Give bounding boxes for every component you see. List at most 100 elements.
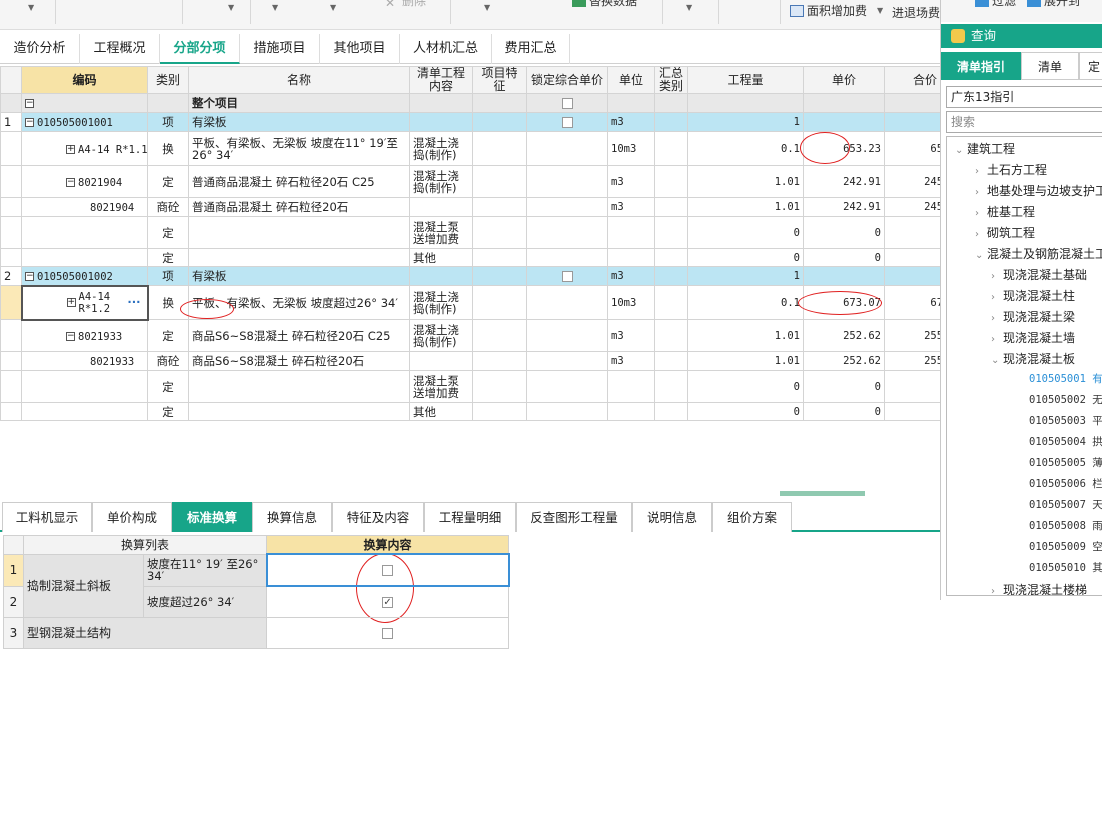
table-row[interactable]: 定 其他 0 0 0 [0,248,974,267]
dropdown-arrow-icon[interactable]: ▼ [877,6,883,15]
splitter-handle[interactable] [780,491,865,496]
tab-bill-guide[interactable]: 清单指引 [941,52,1021,80]
more-button[interactable]: ··· [127,295,140,309]
table-row[interactable]: 定 混凝土泵送增加费 0 0 0 [0,370,974,403]
tree-node[interactable]: 010505004 拱 [1029,434,1102,449]
tree-node[interactable]: 010505002 无 [1029,392,1102,407]
tree-node[interactable]: › 现浇混凝土梁 [991,308,1075,325]
chevron-right-icon[interactable]: › [991,334,1003,345]
chevron-right-icon[interactable]: › [991,292,1003,303]
chevron-right-icon[interactable]: › [975,187,987,198]
expand-icon[interactable]: + [66,144,75,154]
table-row[interactable]: 3 型钢混凝土结构 [3,616,510,649]
chevron-right-icon[interactable]: › [975,208,987,219]
chevron-right-icon[interactable]: › [991,586,1003,595]
tree-node[interactable]: › 现浇混凝土墙 [991,329,1075,346]
table-row[interactable]: 8021933 商砼 商品S6~S8混凝土 碎石粒径20石 m3 1.01 25… [0,351,974,371]
tree-node[interactable]: › 桩基工程 [975,203,1035,220]
tree-node[interactable]: 010505009 空 [1029,539,1102,554]
col-summary-type[interactable]: 汇总类别 [654,66,688,94]
col-lock-price[interactable]: 锁定综合单价 [526,66,608,94]
conversion-checkbox-checked[interactable]: ✓ [382,596,394,608]
lock-checkbox[interactable] [561,117,573,128]
tab-items[interactable]: 分部分项 [160,34,240,64]
table-row[interactable]: 2 −010505001002 项 有梁板 m3 1 [0,266,974,286]
guide-select[interactable]: 广东13指引 [946,86,1102,108]
tab-measures[interactable]: 措施项目 [240,34,320,64]
chevron-right-icon[interactable]: › [991,313,1003,324]
col-type[interactable]: 类别 [147,66,189,94]
collapse-icon[interactable]: − [25,118,34,127]
col-work-content[interactable]: 清单工程内容 [409,66,473,94]
area-fee-button[interactable]: 面积增加费 [790,2,867,19]
table-row[interactable]: 定 混凝土泵送增加费 0 0 0 [0,216,974,249]
tree-node[interactable]: 010505001 有 [1029,371,1102,386]
tree-node[interactable]: 010505007 天 [1029,497,1102,512]
tree-node[interactable]: › 现浇混凝土柱 [991,287,1075,304]
delete-button[interactable]: ✕ 删除 [385,0,426,10]
dropdown-arrow-icon[interactable]: ▼ [228,3,234,12]
tree-node[interactable]: 010505010 其 [1029,560,1102,575]
table-row[interactable]: 8021904 商砼 普通商品混凝土 碎石粒径20石 m3 1.01 242.9… [0,197,974,217]
tree-node[interactable]: 010505003 平 [1029,413,1102,428]
col-unit[interactable]: 单位 [607,66,655,94]
tree-node[interactable]: › 现浇混凝土基础 [991,266,1087,283]
tab-conversion-info[interactable]: 换算信息 [252,502,332,532]
collapse-icon[interactable]: − [25,271,34,281]
col-unit-price[interactable]: 单价 [803,66,885,94]
tab-reverse-lookup[interactable]: 反查图形工程量 [516,502,632,532]
lock-checkbox[interactable] [561,98,573,109]
tab-other-items[interactable]: 其他项目 [320,34,400,64]
tab-pricing-plan[interactable]: 组价方案 [712,502,792,532]
col-feature[interactable]: 项目特征 [472,66,527,94]
dropdown-arrow-icon[interactable]: ▼ [272,3,278,12]
col-code[interactable]: 编码 [21,66,148,94]
tree-node[interactable]: 010505008 雨 [1029,518,1102,533]
chevron-right-icon[interactable]: › [975,229,987,240]
tab-features-content[interactable]: 特征及内容 [332,502,424,532]
col-quantity[interactable]: 工程量 [687,66,804,94]
tree-node[interactable]: 010505006 栏 [1029,476,1102,491]
tab-labor-material-summary[interactable]: 人材机汇总 [400,34,492,64]
collapse-icon[interactable]: − [66,331,75,341]
expand-icon[interactable]: + [66,298,76,307]
dropdown-arrow-icon[interactable]: ▼ [686,3,692,12]
dropdown-arrow-icon[interactable]: ▼ [484,3,490,12]
tab-labor-material[interactable]: 工料机显示 [2,502,92,532]
chevron-right-icon[interactable]: › [991,271,1003,282]
filter-button[interactable]: 过滤 [975,0,1016,9]
tab-project-overview[interactable]: 工程概况 [80,34,160,64]
tree-node[interactable]: › 地基处理与边坡支护工 [975,182,1102,199]
tree-node[interactable]: › 现浇混凝土楼梯 [991,581,1087,595]
tab-standard-conversion[interactable]: 标准换算 [172,502,252,532]
search-input[interactable]: 搜索 [946,111,1102,133]
mobilization-fee-button[interactable]: 进退场费 [892,4,940,21]
table-row[interactable]: 1 −010505001001 项 有梁板 m3 1 [0,112,974,132]
tab-cost-analysis[interactable]: 造价分析 [0,34,80,64]
table-row[interactable]: −8021904 定 普通商品混凝土 碎石粒径20石 C25 混凝土浇捣(制作)… [0,165,974,198]
lock-checkbox[interactable] [561,271,573,282]
chevron-down-icon[interactable]: ⌄ [955,145,967,156]
tab-bill[interactable]: 清单 [1021,52,1079,80]
replace-data-button[interactable]: 替换数据 [572,0,637,9]
conversion-checkbox[interactable] [382,627,394,639]
table-row[interactable]: 1 捣制混凝土斜板 坡度在11° 19′ 至26° 34′ [3,553,510,618]
tree-node[interactable]: ⌄ 建筑工程 [955,140,1015,157]
tree-node[interactable]: ⌄ 混凝土及钢筋混凝土工 [975,245,1102,262]
tab-cost-summary[interactable]: 费用汇总 [492,34,570,64]
tab-price-composition[interactable]: 单价构成 [92,502,172,532]
expand-to-button[interactable]: 展开到 [1027,0,1080,9]
chevron-down-icon[interactable]: ⌄ [991,355,1003,366]
tree-node[interactable]: ⌄ 现浇混凝土板 [991,350,1075,367]
tab-quantity-detail[interactable]: 工程量明细 [424,502,516,532]
table-row[interactable]: − 整个项目 [0,93,974,113]
tab-description[interactable]: 说明信息 [632,502,712,532]
tab-quota[interactable]: 定 [1079,52,1102,80]
collapse-icon[interactable]: − [66,177,75,187]
table-row[interactable]: −8021933 定 商品S6~S8混凝土 碎石粒径20石 C25 混凝土浇捣(… [0,319,974,352]
chevron-down-icon[interactable]: ⌄ [975,250,987,261]
tree-node[interactable]: › 土石方工程 [975,161,1047,178]
conversion-checkbox[interactable] [382,565,394,576]
table-row[interactable]: 定 其他 0 0 0 [0,402,974,421]
dropdown-arrow-icon[interactable]: ▼ [28,3,34,12]
